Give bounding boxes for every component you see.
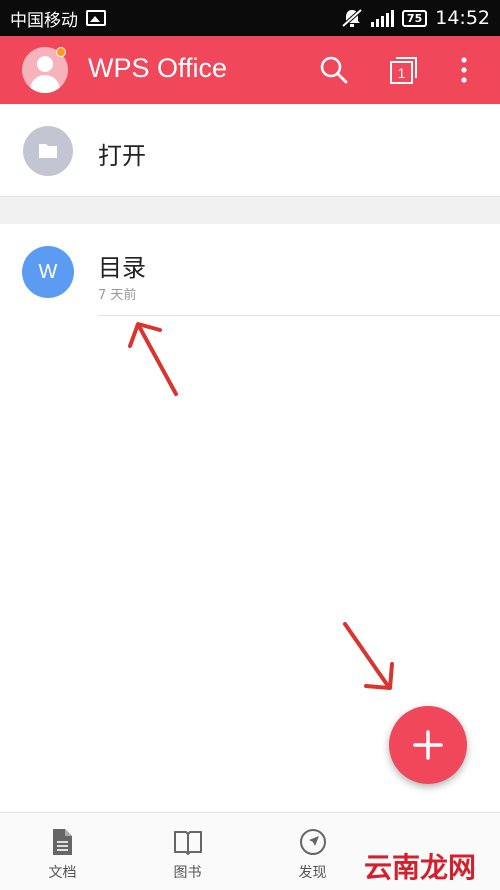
battery-icon: 75	[401, 9, 428, 27]
avatar-body	[30, 75, 60, 93]
compass-icon	[300, 829, 326, 855]
add-button[interactable]	[389, 706, 467, 784]
watermark: 云南龙网	[364, 851, 477, 884]
document-title: 目录	[98, 254, 146, 282]
app-bar: WPS Office 1	[0, 36, 500, 104]
word-doc-icon: W	[22, 246, 74, 298]
folder-icon-circle	[23, 126, 73, 176]
folder-icon	[39, 144, 57, 158]
carrier-name: 中国移动	[10, 10, 78, 31]
open-file-row[interactable]: 打开	[0, 104, 500, 196]
mute-icon	[341, 8, 363, 28]
arrow-to-fab	[343, 622, 394, 690]
clock: 14:52	[435, 7, 490, 29]
image-notification-icon	[86, 10, 106, 26]
nav-item-discover[interactable]: 发现	[250, 813, 375, 890]
section-divider	[0, 196, 500, 224]
signal-icon	[370, 9, 394, 27]
open-label: 打开	[98, 142, 146, 170]
tabs-icon[interactable]: 1	[388, 54, 420, 86]
arrow-to-document	[128, 322, 178, 396]
document-icon	[53, 829, 72, 855]
plus-icon	[413, 730, 443, 760]
status-icons: 75 14:52	[341, 7, 490, 29]
tab-count: 1	[398, 65, 406, 81]
app-title: WPS Office	[88, 53, 228, 83]
notification-dot	[56, 47, 66, 57]
document-list-item[interactable]: W 目录 7 天前	[0, 224, 500, 316]
avatar-head	[37, 56, 53, 72]
nav-item-documents[interactable]: 文档	[0, 813, 125, 890]
nav-label-documents: 文档	[48, 865, 77, 881]
document-modified-time: 7 天前	[98, 288, 137, 303]
row-divider	[98, 315, 500, 316]
book-icon	[174, 831, 202, 855]
more-menu-icon[interactable]	[448, 54, 480, 86]
nav-item-books[interactable]: 图书	[125, 813, 250, 890]
status-bar: 中国移动 75 14:52	[0, 0, 500, 36]
nav-label-discover: 发现	[298, 865, 327, 881]
nav-label-books: 图书	[173, 865, 202, 881]
search-icon[interactable]	[318, 54, 350, 86]
